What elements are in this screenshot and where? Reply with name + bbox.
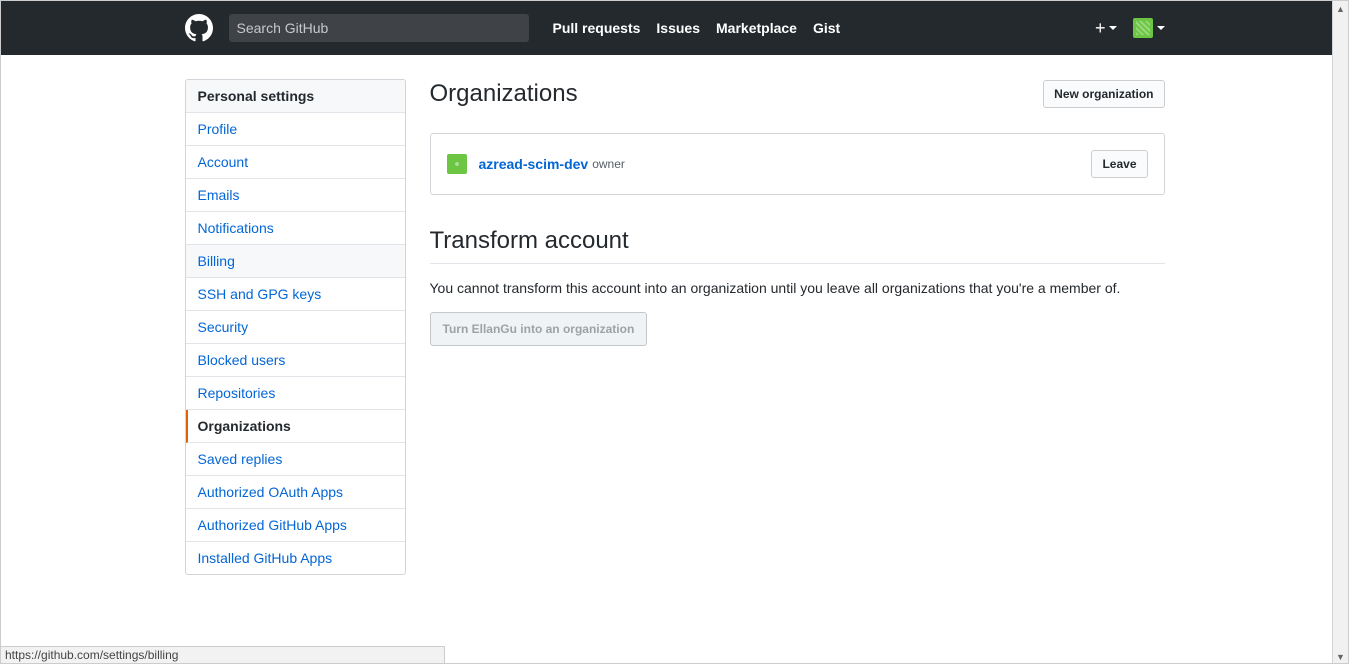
sidebar-heading: Personal settings — [186, 80, 405, 113]
search-input[interactable] — [229, 14, 529, 42]
caret-down-icon — [1157, 26, 1165, 30]
status-bar: https://github.com/settings/billing — [1, 646, 445, 663]
vertical-scrollbar[interactable]: ▲ ▼ — [1332, 1, 1348, 664]
sidebar-item-profile[interactable]: Profile — [186, 113, 405, 146]
sidebar-item-security[interactable]: Security — [186, 311, 405, 344]
page-title: Organizations — [430, 79, 578, 109]
leave-organization-button[interactable]: Leave — [1091, 150, 1147, 178]
sidebar-item-emails[interactable]: Emails — [186, 179, 405, 212]
sidebar-item-organizations[interactable]: Organizations — [186, 410, 405, 443]
header: Pull requests Issues Marketplace Gist + — [1, 1, 1348, 55]
scroll-up-icon[interactable]: ▲ — [1333, 1, 1349, 17]
organization-role: owner — [592, 157, 625, 171]
transform-heading: Transform account — [430, 227, 1165, 264]
avatar-icon — [1133, 18, 1153, 38]
nav-marketplace[interactable]: Marketplace — [716, 20, 797, 36]
nav-issues[interactable]: Issues — [656, 20, 700, 36]
sidebar-item-installed-github-apps[interactable]: Installed GitHub Apps — [186, 542, 405, 574]
nav-gist[interactable]: Gist — [813, 20, 840, 36]
new-dropdown[interactable]: + — [1095, 18, 1117, 39]
sidebar-item-authorized-github-apps[interactable]: Authorized GitHub Apps — [186, 509, 405, 542]
organization-row: azread-scim-dev owner Leave — [431, 134, 1164, 194]
transform-account-button: Turn EllanGu into an organization — [430, 312, 648, 346]
organization-link[interactable]: azread-scim-dev — [479, 156, 589, 172]
header-nav: Pull requests Issues Marketplace Gist — [553, 20, 841, 36]
org-avatar-icon — [447, 154, 467, 174]
user-menu[interactable] — [1133, 18, 1165, 38]
scroll-down-icon[interactable]: ▼ — [1333, 649, 1349, 664]
sidebar-item-account[interactable]: Account — [186, 146, 405, 179]
sidebar-item-repositories[interactable]: Repositories — [186, 377, 405, 410]
github-logo[interactable] — [185, 14, 213, 42]
sidebar-item-authorized-oauth-apps[interactable]: Authorized OAuth Apps — [186, 476, 405, 509]
sidebar-item-blocked-users[interactable]: Blocked users — [186, 344, 405, 377]
transform-description: You cannot transform this account into a… — [430, 280, 1165, 296]
sidebar-item-billing[interactable]: Billing — [186, 245, 405, 278]
nav-pull-requests[interactable]: Pull requests — [553, 20, 641, 36]
organizations-list: azread-scim-dev owner Leave — [430, 133, 1165, 195]
sidebar-item-saved-replies[interactable]: Saved replies — [186, 443, 405, 476]
main-content: Organizations New organization azread-sc… — [430, 79, 1165, 575]
settings-sidebar: Personal settings Profile Account Emails… — [185, 79, 406, 575]
sidebar-item-notifications[interactable]: Notifications — [186, 212, 405, 245]
sidebar-item-ssh-gpg-keys[interactable]: SSH and GPG keys — [186, 278, 405, 311]
caret-down-icon — [1109, 26, 1117, 30]
new-organization-button[interactable]: New organization — [1043, 80, 1164, 108]
plus-icon: + — [1095, 18, 1106, 39]
